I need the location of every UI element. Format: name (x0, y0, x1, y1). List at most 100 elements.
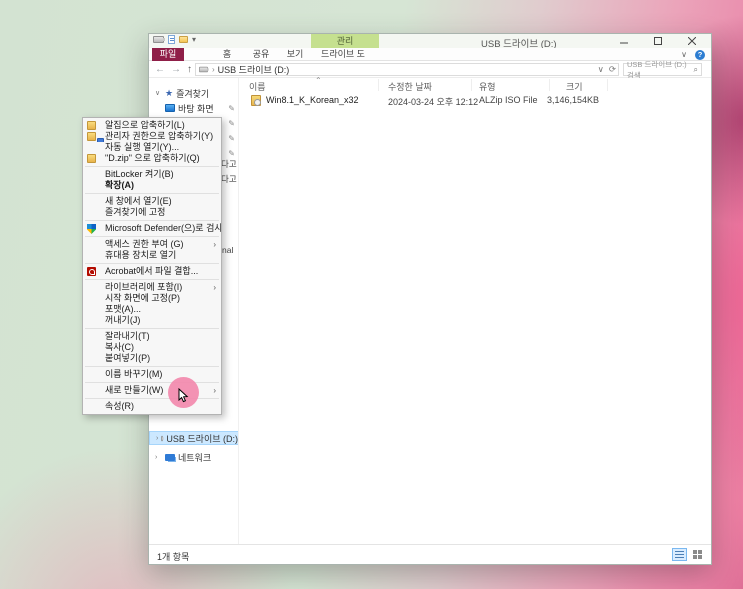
qat-customize-chevron-icon[interactable]: ▾ (192, 35, 196, 44)
manage-tab-group-label[interactable]: 관리 (311, 34, 379, 48)
menu-item-label: 즐겨찾기에 고정 (105, 207, 166, 217)
sidebar-item-network[interactable]: › 네트워크 (149, 450, 238, 464)
menu-item-new[interactable]: 새로 만들기(W) › (83, 385, 221, 396)
menu-item-label: 시작 화면에 고정(P) (105, 293, 180, 303)
submenu-arrow-icon: › (213, 283, 216, 292)
large-icons-view-button[interactable] (690, 548, 705, 561)
menu-item-label: "D.zip" 으로 압축하기(Q) (105, 153, 200, 163)
iso-file-icon (251, 95, 261, 106)
column-divider[interactable] (607, 79, 608, 91)
menu-item-label: 붙여넣기(P) (105, 353, 151, 363)
menu-item-compress-to-dzip[interactable]: "D.zip" 으로 압축하기(Q) (83, 153, 221, 164)
address-dropdown-icon[interactable]: ∨ (598, 64, 604, 75)
menu-item-open-autoplay[interactable]: 자동 실행 열기(Y)... (83, 142, 221, 153)
menu-item-compress-with-alzip[interactable]: 알집으로 압축하기(L) (83, 120, 221, 131)
menu-item-compress-as-admin[interactable]: 관리자 권한으로 압축하기(Y) (83, 131, 221, 142)
tab-view[interactable]: 보기 (279, 48, 311, 61)
menu-item-copy[interactable]: 복사(C) (83, 342, 221, 353)
menu-item-label: 알집으로 압축하기(L) (105, 120, 185, 130)
main-area: ∨ ★ 즐겨찾기 바탕 화면 ✎ 다운로드 ✎ ✎ (149, 76, 711, 546)
menu-item-pin-to-start[interactable]: 시작 화면에 고정(P) (83, 293, 221, 304)
tab-share[interactable]: 공유 (245, 48, 277, 61)
forward-icon[interactable]: → (171, 64, 181, 75)
tab-drive-tools[interactable]: 드라이브 도구 (317, 48, 369, 72)
menu-item-label: Acrobat에서 파일 결합... (105, 266, 199, 276)
menu-item-eject[interactable]: 꺼내기(J) (83, 315, 221, 326)
usb-drive-label: USB 드라이브 (D:) (166, 433, 238, 444)
sidebar-item-fragment: nal (222, 245, 234, 255)
submenu-arrow-icon: › (213, 386, 216, 395)
acrobat-icon (87, 267, 96, 276)
sidebar-item-quick-access[interactable]: ∨ ★ 즐겨찾기 (149, 86, 238, 100)
alzip-icon (87, 121, 96, 130)
network-label: 네트워크 (178, 452, 212, 463)
column-header-name[interactable]: 이름 (249, 80, 266, 93)
view-toggles (672, 548, 705, 561)
up-icon[interactable]: ↑ (187, 64, 192, 75)
menu-item-label: 포맷(A)... (105, 304, 142, 314)
menu-item-open-in-new-window[interactable]: 새 창에서 열기(E) (83, 196, 221, 207)
pin-icon: ✎ (228, 148, 235, 158)
mouse-cursor-icon (178, 388, 189, 404)
menu-item-give-access-to[interactable]: 액세스 권한 부여 (G) › (83, 239, 221, 250)
file-size: 3,146,154KB (546, 95, 599, 105)
menu-item-pin-to-quick-access[interactable]: 즐겨찾기에 고정 (83, 207, 221, 218)
menu-item-turn-on-bitlocker[interactable]: BitLocker 켜기(B) (83, 169, 221, 180)
menu-item-cut[interactable]: 잘라내기(T) (83, 331, 221, 342)
menu-item-label: 이름 바꾸기(M) (105, 369, 163, 379)
maximize-button[interactable] (641, 34, 675, 48)
menu-item-label: 잘라내기(T) (105, 331, 150, 341)
expand-chevron-icon[interactable]: › (155, 454, 162, 461)
history-buttons: ← → ↑ (149, 64, 198, 75)
column-divider[interactable] (378, 79, 379, 91)
defender-icon (87, 224, 96, 234)
tab-file[interactable]: 파일 (152, 48, 184, 61)
menu-item-open-as-portable-device[interactable]: 휴대용 장치로 열기 (83, 250, 221, 261)
menu-item-scan-with-defender[interactable]: Microsoft Defender(으)로 검사... (83, 223, 221, 234)
tab-home[interactable]: 홈 (211, 48, 243, 61)
usb-drive-icon (161, 435, 165, 441)
column-header-date[interactable]: 수정한 날짜 (388, 80, 432, 93)
usb-drive-icon (153, 36, 165, 43)
file-date: 2024-03-24 오후 12:12 (388, 97, 479, 107)
refresh-icon[interactable]: ⟳ (609, 64, 616, 75)
menu-item-expand[interactable]: 확장(A) (83, 180, 221, 191)
minimize-button[interactable] (607, 34, 641, 48)
new-folder-icon[interactable] (179, 36, 188, 43)
back-icon[interactable]: ← (155, 64, 165, 75)
sidebar-item-desktop[interactable]: 바탕 화면 ✎ (149, 101, 238, 115)
properties-icon[interactable] (168, 35, 175, 44)
search-icon: ⌕ (693, 64, 698, 74)
breadcrumb[interactable]: › USB 드라이브 (D:) ∨ ⟳ (195, 63, 619, 76)
column-headers: ⌃ 이름 수정한 날짜 유형 크기 (239, 76, 711, 93)
address-tools: ∨ ⟳ (598, 64, 616, 75)
file-type: ALZip ISO File (479, 95, 538, 105)
column-header-type[interactable]: 유형 (479, 80, 496, 93)
quick-access-label: 즐겨찾기 (176, 88, 210, 99)
column-divider[interactable] (549, 79, 550, 91)
menu-item-label: 액세스 권한 부여 (G) (105, 239, 184, 249)
details-view-button[interactable] (672, 548, 687, 561)
column-header-size[interactable]: 크기 (566, 80, 583, 93)
expand-chevron-icon[interactable]: › (156, 435, 158, 442)
menu-item-include-in-library[interactable]: 라이브러리에 포함(I) › (83, 282, 221, 293)
search-input[interactable]: USB 드라이브 (D:) 검색 ⌕ (623, 60, 702, 80)
file-name: Win8.1_K_Korean_x32 (266, 95, 359, 105)
help-icon[interactable]: ? (695, 49, 705, 60)
breadcrumb-path[interactable]: USB 드라이브 (D:) (218, 63, 290, 76)
file-list: ⌃ 이름 수정한 날짜 유형 크기 Win8.1_K_Korean_x32 202… (239, 76, 711, 546)
collapse-chevron-icon[interactable]: ∨ (155, 89, 162, 97)
menu-item-format[interactable]: 포맷(A)... (83, 304, 221, 315)
close-button[interactable] (675, 34, 709, 48)
table-row[interactable]: Win8.1_K_Korean_x32 2024-03-24 오후 12:12 AL… (239, 93, 711, 107)
menu-item-rename[interactable]: 이름 바꾸기(M) (83, 369, 221, 380)
column-divider[interactable] (471, 79, 472, 91)
menu-item-label: 꺼내기(J) (105, 315, 141, 325)
menu-item-combine-files-in-acrobat[interactable]: Acrobat에서 파일 결합... (83, 266, 221, 277)
breadcrumb-separator: › (212, 65, 215, 74)
drive-icon (199, 66, 209, 73)
sidebar-item-usb-drive[interactable]: › USB 드라이브 (D:) (149, 431, 238, 445)
menu-item-label: 속성(R) (105, 401, 135, 411)
menu-item-paste[interactable]: 붙여넣기(P) (83, 353, 221, 364)
menu-item-properties[interactable]: 속성(R) (83, 401, 221, 412)
